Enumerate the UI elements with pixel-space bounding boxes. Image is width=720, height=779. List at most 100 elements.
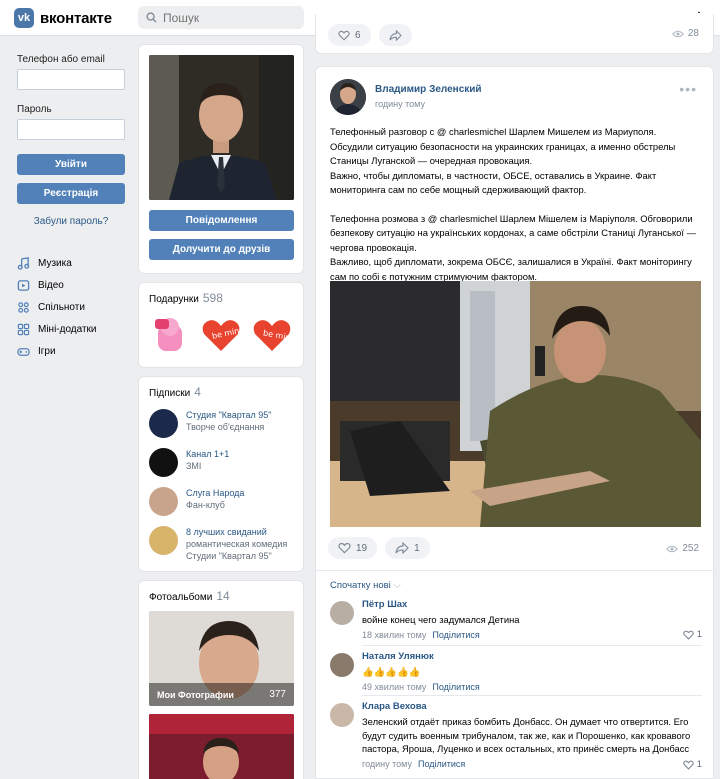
subscription-item[interactable]: 8 лучших свиданий романтическая комедия С… [149, 526, 293, 562]
menu-label: Відео [38, 279, 64, 291]
menu-item-music[interactable]: Музика [17, 252, 97, 274]
gifts-count: 598 [202, 291, 223, 305]
menu-item-video[interactable]: Відео [17, 274, 97, 296]
gift-item[interactable] [149, 313, 192, 357]
left-column: Телефон або email Пароль Увійти Реєстрац… [0, 36, 138, 779]
phone-email-field[interactable] [17, 69, 125, 90]
profile-photo-image [149, 55, 294, 200]
views-count: 28 [687, 28, 699, 39]
album-count: 377 [269, 689, 286, 700]
sort-dropdown[interactable]: Спочатку нові ⌵ [330, 580, 401, 591]
subscription-item[interactable]: Слуга Народа Фан-клуб [149, 487, 293, 516]
comment-time[interactable]: 49 хвилин тому [362, 682, 426, 692]
post-more-icon[interactable]: ••• [679, 81, 697, 97]
commenter-avatar[interactable] [330, 703, 354, 727]
gift-item[interactable]: be mine [200, 313, 243, 357]
menu-item-games[interactable]: Ігри [17, 340, 97, 362]
gifts-title: Подарунки [149, 294, 199, 305]
gift-item[interactable]: be mine [250, 313, 293, 357]
add-friend-button[interactable]: Долучити до друзів [149, 239, 294, 260]
subscription-item[interactable]: Канал 1+1 ЗМІ [149, 448, 293, 477]
views-counter: 28 [672, 28, 699, 39]
menu-label: Музика [38, 257, 72, 269]
subscription-desc: Фан-клуб [186, 500, 225, 510]
comment-text: войне конец чего задумался Детина [362, 614, 520, 625]
profile-photo[interactable] [149, 55, 294, 200]
subscription-name[interactable]: Студия "Квартал 95" [186, 409, 272, 421]
commenter-name[interactable]: Клара Вехова [362, 701, 702, 712]
albums-card: Фотоальбоми 14 Мои Фотографии 377 [138, 580, 304, 779]
commenter-name[interactable]: Наталя Улянюк [362, 651, 702, 662]
comment-share-link[interactable]: Поділитися [432, 630, 479, 640]
commenter-name[interactable]: Пётр Шах [362, 599, 702, 610]
subscriptions-card: Підписки 4 Студия "Квартал 95" Творче об'є… [138, 376, 304, 572]
apps-icon [17, 323, 30, 335]
post-author[interactable]: Владимир Зеленский [375, 84, 482, 95]
post-text: Телефонный разговор с @ charlesmichel Ша… [330, 125, 705, 284]
search-icon [146, 12, 157, 23]
comment-time[interactable]: годину тому [362, 759, 412, 769]
author-avatar-image [330, 79, 366, 115]
register-button[interactable]: Реєстрація [17, 183, 125, 204]
comment-like-button[interactable]: 1 [682, 759, 702, 770]
post-paragraph [330, 198, 705, 212]
like-button[interactable]: 19 [328, 537, 378, 559]
message-button[interactable]: Повідомлення [149, 210, 294, 231]
post-paragraph: Обсудили ситуацию безопасности на украин… [330, 140, 676, 167]
subscription-name[interactable]: Слуга Народа [186, 487, 244, 499]
heart-icon [338, 542, 351, 554]
previous-post-footer: 6 28 [315, 14, 714, 54]
wall-post: Владимир Зеленский годину тому ••• Телеф… [315, 66, 714, 571]
forgot-password-link[interactable]: Забули пароль? [17, 216, 125, 227]
comment-like-button[interactable]: 1 [682, 629, 702, 640]
post-paragraph: Важно, чтобы дипломаты, в частности, ОБС… [330, 169, 657, 196]
comment-time[interactable]: 18 хвилин тому [362, 630, 426, 640]
album-thumbnail[interactable]: Мои Фотографии 377 [149, 611, 294, 706]
commenter-avatar[interactable] [330, 601, 354, 625]
password-field[interactable] [17, 119, 125, 140]
share-button[interactable]: 1 [385, 537, 430, 559]
profile-column: Повідомлення Долучити до друзів Подарунк… [138, 44, 304, 779]
chevron-down-icon: ⌵ [393, 580, 401, 591]
menu-item-apps[interactable]: Міні-додатки [17, 318, 97, 340]
subscription-name[interactable]: 8 лучших свиданий [186, 526, 293, 538]
post-time[interactable]: годину тому [375, 99, 482, 109]
menu-label: Міні-додатки [38, 323, 97, 335]
gift-heart-icon: be mine [202, 320, 242, 351]
gifts-card[interactable]: Подарунки 598 be mine be mine [138, 282, 304, 368]
subscription-avatar [149, 487, 178, 516]
comment-share-link[interactable]: Поділитися [418, 759, 465, 769]
subscription-desc: ЗМІ [186, 461, 202, 471]
share-button[interactable] [378, 24, 412, 46]
menu-label: Спільноти [38, 301, 85, 313]
subscription-item[interactable]: Студия "Квартал 95" Творче об'єднання [149, 409, 293, 438]
albums-count: 14 [216, 589, 230, 603]
post-paragraph: Телефонна розмова з @ charlesmichel Шарл… [330, 212, 696, 253]
album-thumbnail[interactable] [149, 714, 294, 779]
eye-icon [672, 30, 684, 37]
comment-divider [362, 695, 702, 696]
subscription-name[interactable]: Канал 1+1 [186, 448, 229, 460]
menu-item-communities[interactable]: Спільноти [17, 296, 97, 318]
phone-label: Телефон або email [17, 54, 105, 65]
comment-like-count: 1 [696, 629, 702, 640]
albums-title[interactable]: Фотоальбоми [149, 592, 212, 603]
views-count: 252 [682, 543, 699, 554]
comment-like-count: 1 [696, 759, 702, 770]
like-count: 6 [355, 29, 361, 41]
author-avatar[interactable] [330, 79, 366, 115]
search-input[interactable] [163, 10, 293, 25]
subscriptions-title[interactable]: Підписки [149, 388, 190, 399]
like-count: 19 [356, 542, 368, 554]
comment-share-link[interactable]: Поділитися [432, 682, 479, 692]
album-photo [149, 714, 294, 779]
commenter-avatar[interactable] [330, 653, 354, 677]
subscription-avatar [149, 526, 178, 555]
vk-logo[interactable]: vk вконтакте [14, 8, 112, 28]
video-icon [17, 279, 30, 291]
like-button[interactable]: 6 [328, 24, 371, 46]
post-photo[interactable] [330, 281, 701, 527]
subscription-avatar [149, 409, 178, 438]
login-button[interactable]: Увійти [17, 154, 125, 175]
search-box[interactable] [138, 6, 304, 29]
